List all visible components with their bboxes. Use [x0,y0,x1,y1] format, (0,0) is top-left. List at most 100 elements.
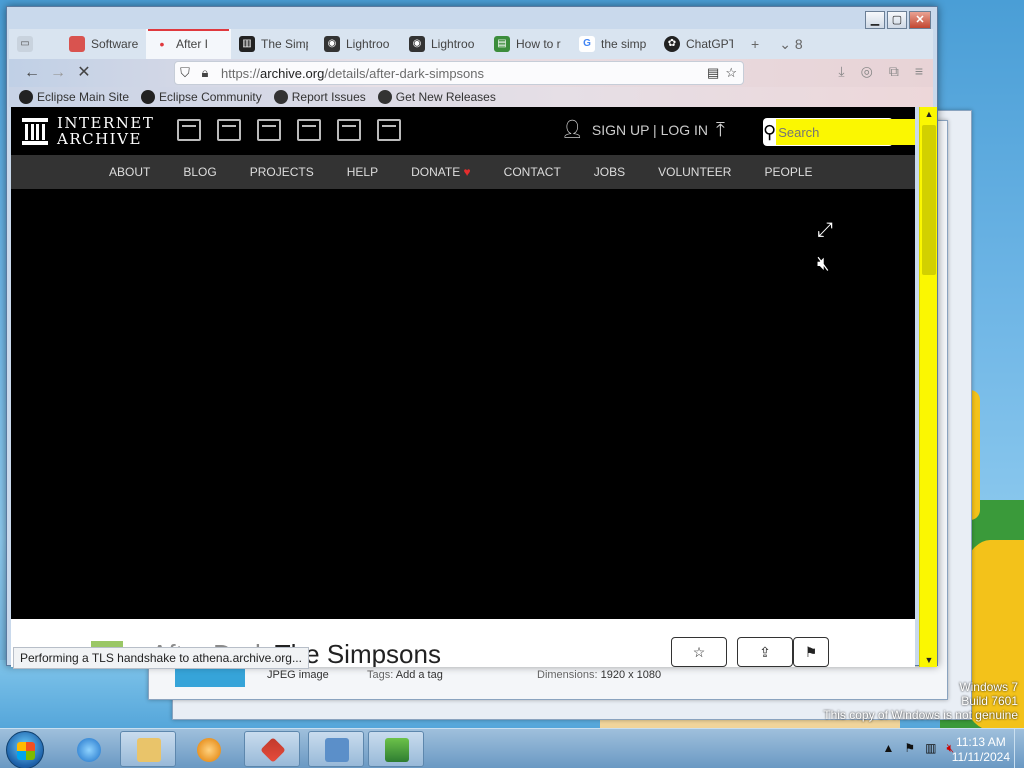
scroll-down-icon[interactable]: ▼ [922,653,936,667]
file-type-value: JPEG image [267,669,329,681]
close-button[interactable]: ✕ [909,11,931,29]
windows-logo-icon [17,742,35,760]
taskbar-media-player[interactable] [180,731,236,767]
clock-date: 11/11/2024 [951,750,1010,764]
bookmark-star-icon[interactable]: ☆ [725,65,737,81]
video-player[interactable]: ⤢ 🔇︎ [11,189,915,619]
navigation-bar: ← → ✕ ⛉ 🔒︎ https://archive.org/details/a… [9,59,933,87]
stop-button[interactable]: ✕ [71,61,97,85]
tab-5[interactable]: ▤ How to r [486,29,571,59]
site-logo[interactable]: INTERNET ARCHIVE [21,115,154,147]
taskbar-photo-viewer[interactable] [368,731,424,767]
address-bar[interactable]: ⛉ 🔒︎ https://archive.org/details/after-d… [174,61,744,85]
tags-key: Tags: [367,669,394,681]
sign-up-login-label: SIGN UP | LOG IN [591,121,709,138]
bookmark-item[interactable]: Report Issues [273,90,366,104]
eclipse-icon [19,90,33,104]
texts-icon[interactable] [217,119,241,141]
extensions-icon[interactable]: ⧉ [889,63,899,80]
menu-icon[interactable]: ≡ [915,63,923,80]
tab-7[interactable]: ✿ ChatGPT [656,29,741,59]
software-icon[interactable] [337,119,361,141]
share-icon: ⇪ [759,644,771,660]
video-icon[interactable] [257,119,281,141]
bookmark-item[interactable]: Eclipse Main Site [19,90,129,104]
url-text[interactable]: https://archive.org/details/after-dark-s… [221,66,484,81]
taskbar-browser[interactable] [244,731,300,767]
forward-button[interactable]: → [45,61,71,85]
new-tab-button[interactable]: + [741,36,769,52]
archive-temple-icon [22,118,48,145]
audio-icon[interactable] [297,119,321,141]
nav-jobs[interactable]: JOBS [594,165,625,179]
dimensions-key: Dimensions: [537,669,598,681]
tab-0[interactable]: Software [61,29,146,59]
nav-contact[interactable]: CONTACT [504,165,561,179]
lock-icon: 🔒︎ [201,65,209,80]
show-desktop-button[interactable] [1014,729,1024,768]
toolbar-right: ⤓ ◎ ⧉ ≡ [838,63,923,80]
tab-6[interactable]: G the simp [571,29,656,59]
flag-icon: ⚑ [804,644,818,660]
reader-view-icon[interactable]: ▤ [707,65,719,81]
folder-icon [137,738,161,762]
tab-overview-button[interactable]: ▭ [9,29,61,59]
taskbar-control-panel[interactable] [308,731,364,767]
window-controls: ▁ ▢ ✕ [865,11,931,29]
taskbar-explorer[interactable] [120,731,176,767]
account-link[interactable]: 👤︎ SIGN UP | LOG IN [561,119,708,140]
media-player-icon [197,738,221,762]
network-icon[interactable]: ▥ [925,741,936,756]
upload-icon[interactable]: ⤒ [716,119,725,142]
nav-people[interactable]: PEOPLE [764,165,812,179]
site-search: ⚲ [763,118,915,146]
nav-projects[interactable]: PROJECTS [250,165,314,179]
tab-label: The Simp [261,37,308,51]
minimize-button[interactable]: ▁ [865,11,885,29]
tab-list-button[interactable]: ⌄ 8 [769,36,812,53]
start-button[interactable] [6,731,44,768]
action-center-flag-icon[interactable]: ⚑ [904,741,915,756]
nav-blog[interactable]: BLOG [183,165,216,179]
downloads-icon[interactable]: ⤓ [838,63,844,80]
tags-value[interactable]: Add a tag [396,669,443,681]
scrollbar-thumb[interactable] [922,125,936,275]
github-icon [273,90,288,104]
system-clock[interactable]: 11:13 AM 11/11/2024 [952,735,1010,765]
fullscreen-icon[interactable]: ⤢ [817,219,833,242]
bookmark-item[interactable]: Eclipse Community [141,90,262,104]
page-scrollbar[interactable]: ▲ ▼ [919,107,937,667]
flag-button[interactable]: ⚑ [793,637,829,667]
back-button[interactable]: ← [19,61,45,85]
tab-1[interactable]: • After I [146,29,231,59]
user-icon: 👤︎ [561,119,584,139]
nav-help[interactable]: HELP [347,165,378,179]
nav-donate[interactable]: DONATE ♥ [411,165,471,179]
taskbar-internet-explorer[interactable] [60,731,116,767]
scroll-up-icon[interactable]: ▲ [922,107,936,121]
system-tray: ▲ ⚑ ▥ 🔇︎ [882,741,954,756]
tab-3[interactable]: ◉ Lightroo [316,29,401,59]
search-input[interactable] [776,119,915,145]
show-hidden-icons-icon[interactable]: ▲ [882,741,894,756]
photo-viewer-icon [385,738,409,762]
bookmark-item[interactable]: Get New Releases [377,90,496,104]
muted-speaker-icon[interactable]: 🔇︎ [817,253,830,276]
logo-line-1: INTERNET [57,114,155,132]
tab-4[interactable]: ◉ Lightroo [401,29,486,59]
share-button[interactable]: ⇪ [737,637,793,667]
tab-2[interactable]: ▥ The Simp [231,29,316,59]
page-content: INTERNET ARCHIVE 👤︎ SIGN UP | LOG IN ⤒ ⚲ [11,107,915,667]
logo-line-2: ARCHIVE [57,130,142,148]
tab-overview-icon: ▭ [17,36,33,52]
address-bar-actions: ▤ ☆ [707,65,743,81]
account-icon[interactable]: ◎ [861,63,873,80]
tab-count: 8 [794,35,803,52]
nav-about[interactable]: ABOUT [109,165,150,179]
tab-label: Software [91,37,138,51]
web-icon[interactable] [177,119,201,141]
maximize-button[interactable]: ▢ [887,11,907,29]
images-icon[interactable] [377,119,401,141]
nav-volunteer[interactable]: VOLUNTEER [658,165,731,179]
favorite-button[interactable]: ☆ [671,637,727,667]
